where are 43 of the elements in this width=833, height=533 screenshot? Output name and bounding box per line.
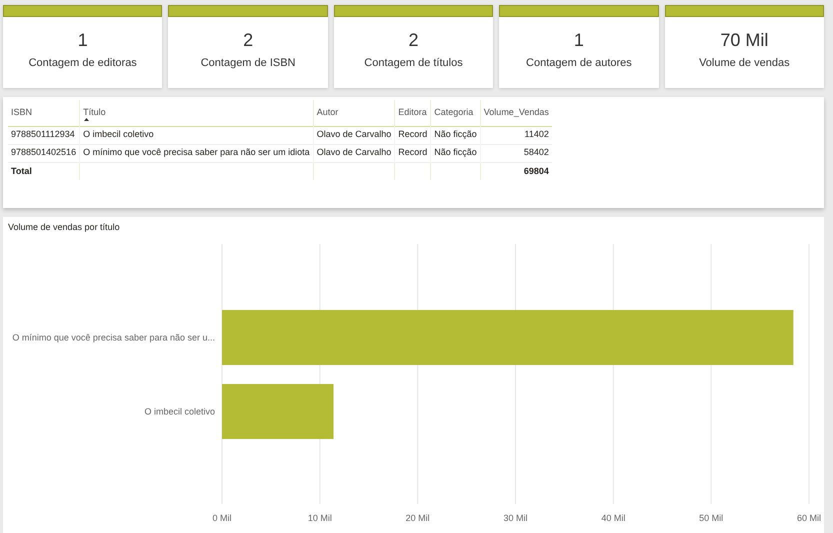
chart-title: Volume de vendas por título <box>8 221 120 234</box>
table-cell: 11402 <box>524 129 549 140</box>
table-cell: 9788501402516 <box>11 147 76 158</box>
x-tick-label: 60 Mil <box>797 513 821 523</box>
total-value: 69804 <box>524 166 549 176</box>
table-cell: 58402 <box>524 147 549 158</box>
table-cell: Não ficção <box>434 129 477 140</box>
kpi-label: Contagem de editoras <box>28 56 137 71</box>
kpi-value: 70 Mil <box>720 29 768 51</box>
table-cell: O imbecil coletivo <box>83 129 154 140</box>
table-cell: Record <box>398 129 428 140</box>
category-label: O mínimo que você precisa saber para não ser u... <box>12 332 215 342</box>
x-tick-label: 10 Mil <box>308 513 332 523</box>
kpi-label: Volume de vendas <box>699 56 790 71</box>
x-tick-label: 50 Mil <box>699 513 724 523</box>
column-header[interactable]: Título <box>83 107 106 117</box>
table-cell: O mínimo que você precisa saber para não ser um idiota <box>83 147 310 158</box>
table-cell: Record <box>398 147 428 158</box>
table-cell: Não ficção <box>434 147 477 158</box>
kpi-value: 2 <box>243 29 254 51</box>
kpi-label: Contagem de autores <box>526 56 632 71</box>
column-header[interactable]: Categoria <box>434 107 474 117</box>
kpi-label: Contagem de ISBN <box>200 56 296 71</box>
column-header[interactable]: Volume_Vendas <box>484 107 549 117</box>
kpi-value: 1 <box>78 29 88 51</box>
x-tick-label: 0 Mil <box>212 513 232 523</box>
kpi-label: Contagem de títulos <box>364 56 463 71</box>
kpi-value: 2 <box>408 29 419 51</box>
table-cell: Olavo de Carvalho <box>316 129 392 140</box>
total-label: Total <box>11 166 32 176</box>
category-label: O imbecil coletivo <box>144 406 215 416</box>
bar[interactable] <box>222 310 794 365</box>
sort-ascending-icon[interactable] <box>84 118 90 121</box>
bar[interactable] <box>222 384 334 439</box>
column-header[interactable]: Editora <box>398 107 427 117</box>
x-tick-label: 20 Mil <box>406 513 430 523</box>
x-tick-label: 30 Mil <box>504 513 528 523</box>
column-header[interactable]: Autor <box>316 107 338 117</box>
table-cell: Olavo de Carvalho <box>316 147 392 158</box>
table-cell: 9788501112934 <box>11 129 75 140</box>
column-header[interactable]: ISBN <box>11 107 32 117</box>
kpi-value: 1 <box>574 29 584 51</box>
x-tick-label: 40 Mil <box>601 513 626 523</box>
